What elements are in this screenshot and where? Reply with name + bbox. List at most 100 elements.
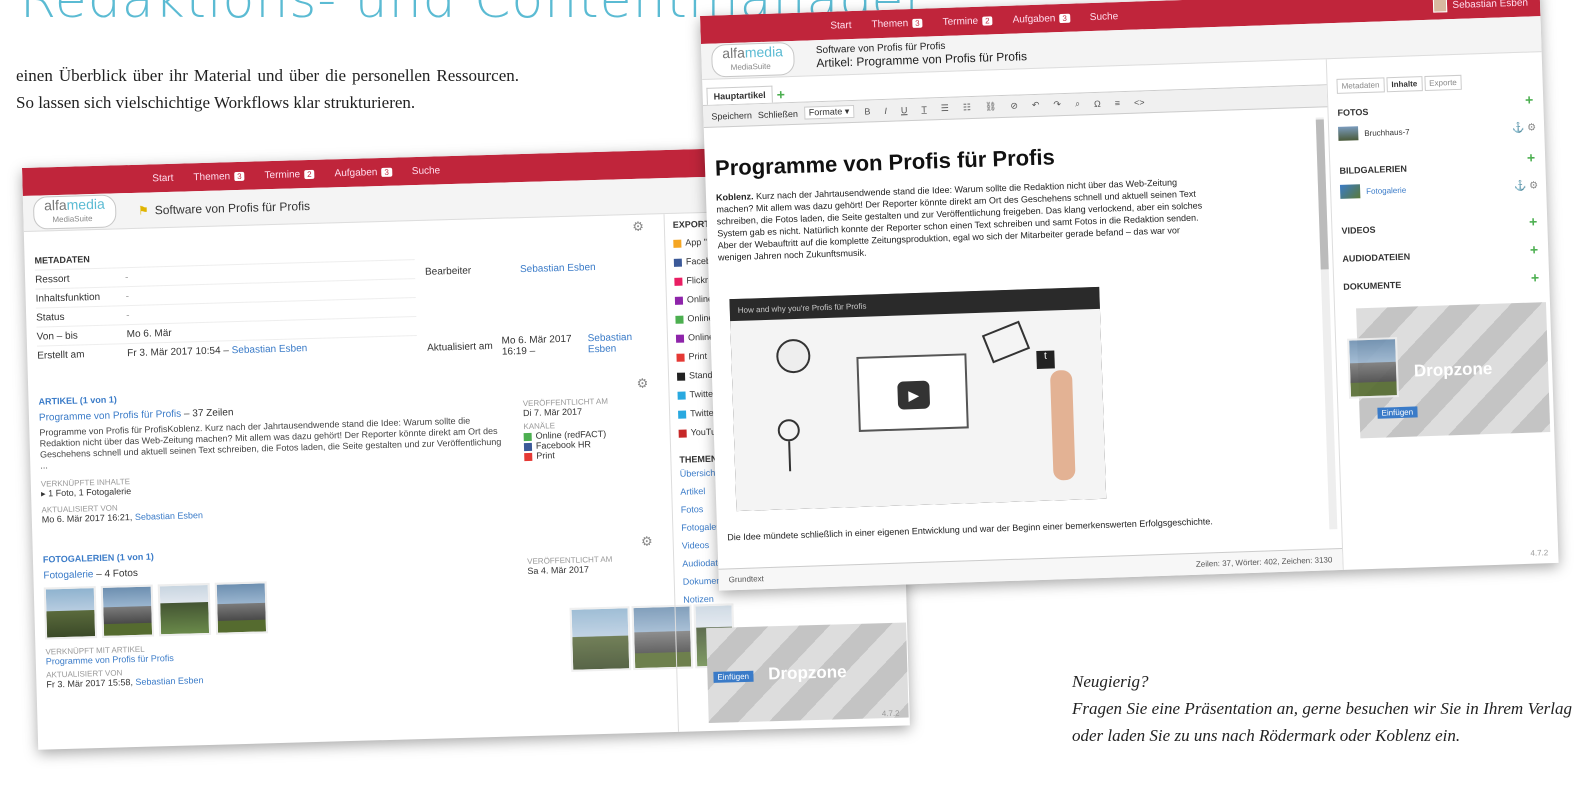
- insert-button[interactable]: Einfügen: [713, 670, 754, 683]
- nav-suche[interactable]: Suche: [1090, 11, 1119, 23]
- add-gallery-icon[interactable]: +: [1527, 149, 1536, 165]
- tab-content[interactable]: Inhalte: [1386, 76, 1423, 93]
- count-badge: 3: [1059, 13, 1070, 23]
- redo-icon[interactable]: ↷: [1049, 99, 1065, 111]
- editor-link[interactable]: Sebastian Esben: [520, 262, 596, 275]
- dragged-thumbnail[interactable]: [1347, 337, 1400, 399]
- outro-question: Neugierig?: [1072, 672, 1149, 691]
- fotogalerien-section: ⚙ FOTOGALERIEN (1 von 1) Fotogalerie – 4…: [42, 533, 653, 690]
- add-document-icon[interactable]: +: [1531, 269, 1540, 285]
- special-char-icon[interactable]: Ω: [1090, 98, 1105, 108]
- metadata-block: Ressort - Inhaltsfunktion - Status - Von – …: [34, 253, 648, 369]
- gear-icon[interactable]: ⚙: [641, 534, 653, 550]
- user-menu[interactable]: Sebastian Esben: [1433, 0, 1528, 13]
- tab-exports[interactable]: Exporte: [1423, 74, 1463, 92]
- photo-icon: [1338, 126, 1359, 141]
- user-link[interactable]: Sebastian Esben: [232, 343, 308, 356]
- numbered-list-icon[interactable]: ☷: [959, 102, 975, 114]
- breadcrumb: Software von Profis für Profis Artikel: …: [816, 38, 1027, 70]
- italic-icon[interactable]: I: [880, 105, 891, 115]
- sidebar-tabs: Metadaten Inhalte Exporte: [1336, 72, 1534, 94]
- section-bildgalerien: BILDGALERIEN + Fotogalerie ⚓ ⚙: [1339, 149, 1539, 226]
- avatar: [1433, 0, 1448, 13]
- section-fotos: FOTOS + Bruchhaus-7 ⚓ ⚙: [1337, 91, 1537, 166]
- paragraph-style: Grundtext: [728, 574, 764, 585]
- photo-thumbnail[interactable]: [43, 586, 98, 640]
- underline-icon[interactable]: U: [897, 105, 912, 115]
- insert-button[interactable]: Einfügen: [1377, 406, 1418, 419]
- nav-start[interactable]: Start: [152, 172, 173, 184]
- gear-icon[interactable]: ⚓ ⚙: [1512, 122, 1537, 134]
- align-icon[interactable]: ≡: [1111, 97, 1125, 108]
- version-label: 4.7.2: [1530, 548, 1549, 558]
- version-label: 4.7.2: [881, 708, 900, 719]
- photo-thumbnail[interactable]: [100, 584, 155, 638]
- screenshot-editor: Start Themen 3 Termine 2 Aufgaben 3 Suche S…: [700, 0, 1559, 591]
- nav-aufgaben[interactable]: Aufgaben 3: [334, 166, 392, 179]
- dropzone[interactable]: Dropzone Einfügen: [1347, 302, 1551, 439]
- add-photo-icon[interactable]: +: [1525, 91, 1534, 107]
- user-link[interactable]: Sebastian Esben: [135, 510, 203, 522]
- editor-content[interactable]: Programme von Profis für Profis Koblenz.…: [714, 118, 1317, 549]
- logo: alfamedia MediaSuite: [32, 194, 117, 230]
- article-continuation: Die Idee mündete schließlich in einer ei…: [727, 516, 1213, 543]
- add-tab-icon[interactable]: +: [776, 86, 785, 102]
- user-link[interactable]: Sebastian Esben: [135, 675, 203, 687]
- count-badge: 3: [381, 167, 392, 177]
- embedded-video[interactable]: How and why you're Profis für Profis ▶ t: [729, 286, 1107, 512]
- code-icon[interactable]: <>: [1130, 97, 1149, 108]
- article-lead: Koblenz.: [715, 191, 754, 203]
- article-link[interactable]: Programme von Profis für Profis: [46, 653, 174, 667]
- count-badge: 3: [912, 18, 923, 28]
- editor-area: Hauptartikel + Speichern Schließen Forma…: [702, 59, 1344, 591]
- play-icon[interactable]: ▶: [897, 380, 931, 410]
- article-link[interactable]: Programme von Profis für Profis: [39, 409, 182, 424]
- tab-main-article[interactable]: Hauptartikel: [706, 85, 773, 105]
- gear-icon[interactable]: ⚓ ⚙: [1514, 180, 1539, 192]
- tablet-icon: [981, 320, 1031, 364]
- video-frame: ▶ t: [730, 308, 1107, 512]
- page-title: ⚑ Software von Profis für Profis: [137, 198, 311, 218]
- nav-suche[interactable]: Suche: [412, 165, 441, 177]
- nav-themen[interactable]: Themen 3: [871, 17, 923, 30]
- outro-invitation: Fragen Sie eine Präsentation an, gerne b…: [1072, 699, 1572, 745]
- bold-icon[interactable]: B: [860, 106, 874, 116]
- text-stats: Zeilen: 37, Wörter: 402, Zeichen: 3130: [1195, 555, 1333, 569]
- nav-start[interactable]: Start: [830, 19, 851, 31]
- metadata-rows: Ressort - Inhaltsfunktion - Status - Von – …: [34, 259, 418, 369]
- dropzone[interactable]: Dropzone Einfügen: [706, 622, 909, 724]
- user-link[interactable]: Sebastian Esben: [587, 331, 647, 355]
- add-audio-icon[interactable]: +: [1530, 241, 1539, 257]
- dropzone-label: Dropzone: [767, 661, 847, 683]
- gear-icon[interactable]: ⚙: [636, 376, 648, 392]
- clear-format-icon[interactable]: T̲: [917, 104, 931, 114]
- undo-icon[interactable]: ↶: [1028, 100, 1044, 112]
- twitter-icon: t: [1036, 350, 1055, 370]
- gear-icon[interactable]: ⚙: [632, 219, 644, 235]
- unlink-icon[interactable]: ⊘: [1006, 100, 1022, 112]
- video-window: ▶: [856, 353, 969, 432]
- photo-thumbnail[interactable]: [157, 582, 212, 637]
- gallery-link[interactable]: Fotogalerie: [43, 569, 93, 581]
- format-dropdown[interactable]: Formate ▾: [803, 104, 855, 120]
- close-button[interactable]: Schließen: [758, 108, 798, 119]
- tab-metadata[interactable]: Metadaten: [1336, 77, 1385, 94]
- bullet-list-icon[interactable]: ☰: [937, 103, 953, 115]
- find-icon[interactable]: ⌕: [1071, 98, 1084, 109]
- intro-text: einen Überblick über ihr Material und üb…: [16, 66, 519, 112]
- globe-icon: [775, 338, 811, 374]
- nav-themen[interactable]: Themen 3: [193, 170, 245, 183]
- nav-termine[interactable]: Termine 2: [942, 15, 993, 27]
- nav-termine[interactable]: Termine 2: [264, 168, 315, 181]
- save-button[interactable]: Speichern: [711, 110, 752, 121]
- article-title: Programme von Profis für Profis: [714, 144, 1056, 181]
- link-icon[interactable]: ⛓: [981, 101, 1001, 113]
- nav-aufgaben[interactable]: Aufgaben 3: [1012, 12, 1070, 25]
- article-teaser: Programme von Profis für ProfisKoblenz. …: [39, 415, 502, 471]
- content-sections: FOTOS + Bruchhaus-7 ⚓ ⚙ BILDGALERIEN + F…: [1337, 91, 1542, 309]
- logo: alfamedia MediaSuite: [710, 41, 795, 78]
- add-video-icon[interactable]: +: [1529, 213, 1538, 229]
- status-bar: Grundtext Zeilen: 37, Wörter: 402, Zeich…: [718, 548, 1343, 591]
- photo-thumbnail[interactable]: [214, 581, 269, 635]
- dragged-thumbnail[interactable]: [569, 606, 632, 672]
